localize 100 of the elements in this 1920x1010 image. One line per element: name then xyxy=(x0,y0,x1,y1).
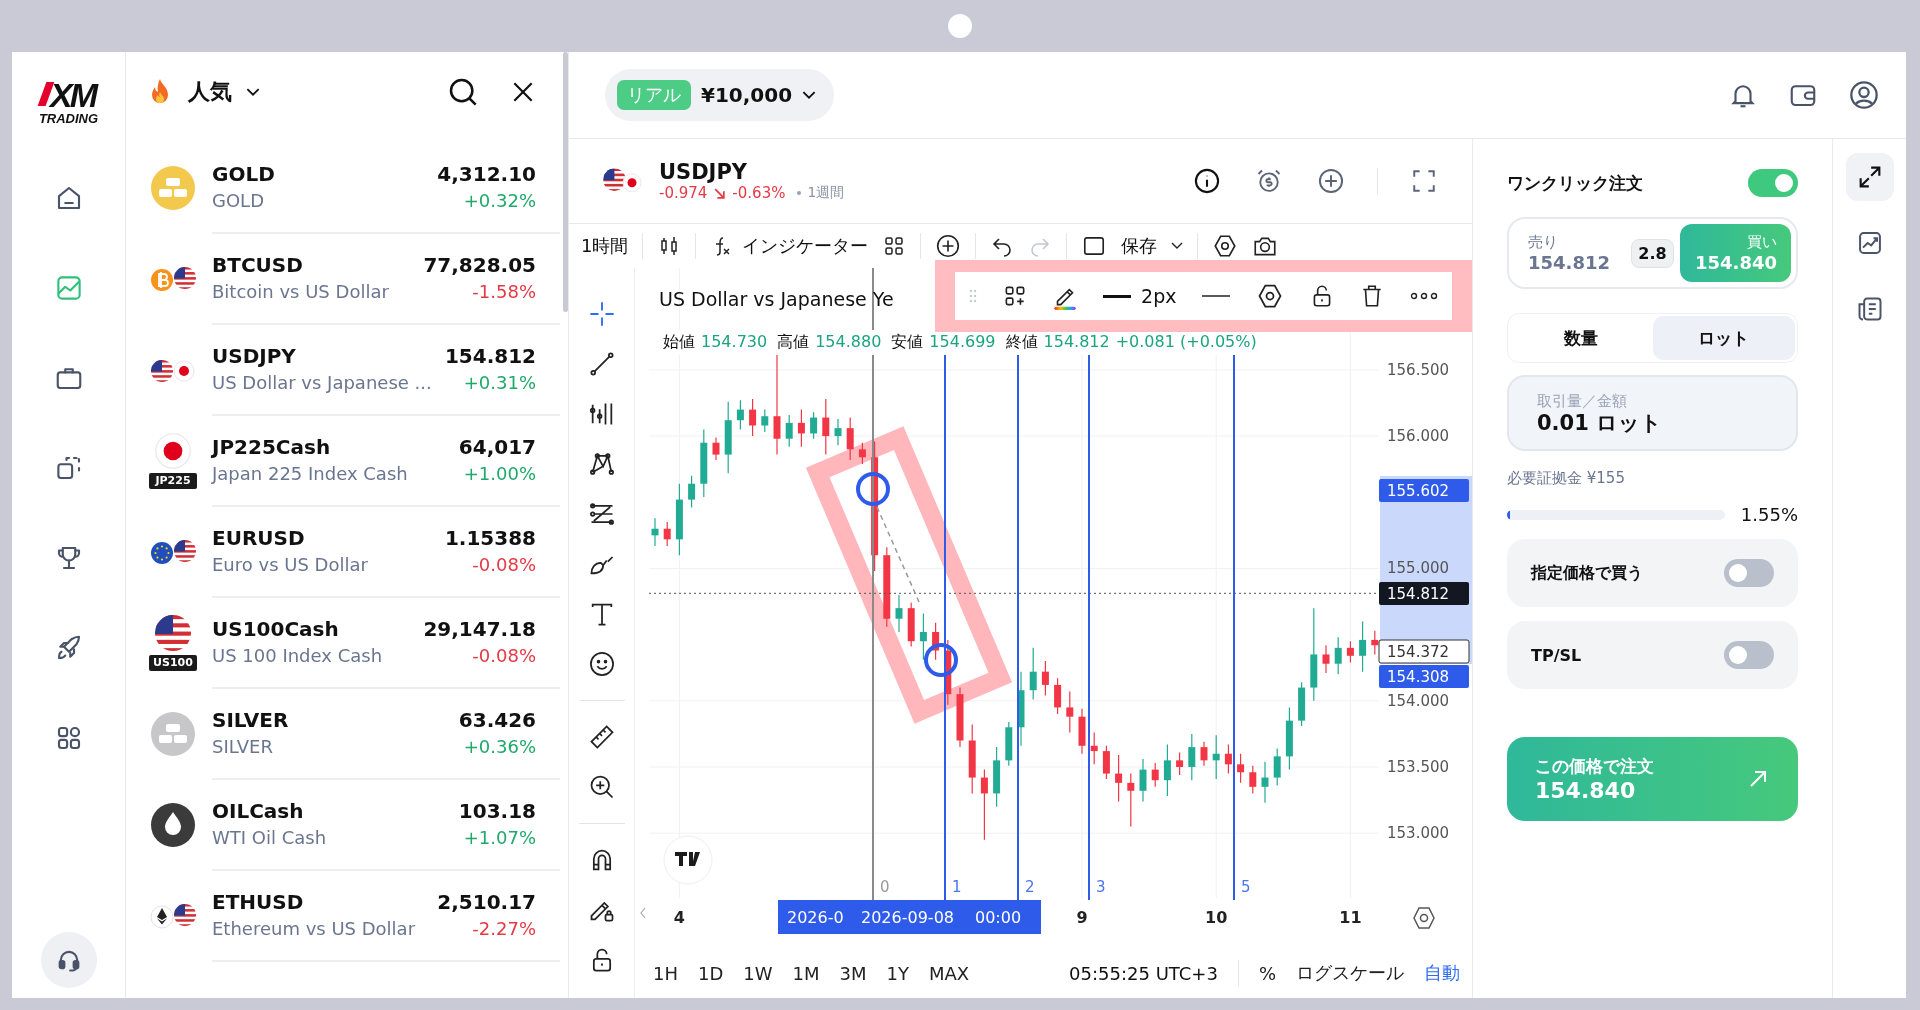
account-selector[interactable]: リアル ¥10,000 xyxy=(605,69,835,121)
instrument-name: Bitcoin vs US Dollar xyxy=(212,281,389,302)
sell-button[interactable]: 売り 154.812 xyxy=(1514,224,1626,282)
instrument-name: US Dollar vs Japanese ... xyxy=(212,372,432,393)
margin-percent: 1.55% xyxy=(1740,504,1798,525)
price-text: 29,147.18 xyxy=(423,617,536,641)
price-tag: 154.372 xyxy=(1378,639,1470,664)
ohlc-label: 始値 xyxy=(663,332,695,353)
clock-text: 05:55:25 UTC+3 xyxy=(1069,962,1218,984)
ohlc-label: 安値 xyxy=(891,332,924,353)
instrument-name: SILVER xyxy=(212,736,273,757)
watchlist-row[interactable]: OILCash 103.18 WTI Oil Cash +1.07% xyxy=(126,779,560,870)
scale-button[interactable]: 自動 xyxy=(1424,961,1460,985)
range-button[interactable]: 1Y xyxy=(886,962,909,984)
symbol-text: USDJPY xyxy=(212,344,296,368)
change-text: +0.31% xyxy=(463,372,536,393)
date-tag: 2026-0 2026-09-08 00:00 xyxy=(778,900,1041,934)
candle xyxy=(1176,751,1184,776)
drag-grip-icon[interactable] xyxy=(969,289,977,303)
symbol-text: EURUSD xyxy=(212,526,305,550)
scale-button[interactable]: ログスケール xyxy=(1296,961,1404,985)
toggle-switch[interactable] xyxy=(1748,169,1798,197)
watchlist-row[interactable]: GOLD 4,312.10 GOLD +0.32% xyxy=(126,142,560,233)
range-button[interactable]: 1D xyxy=(698,962,724,984)
volume-input[interactable]: 0.01 ロット xyxy=(1537,410,1768,435)
camera-dot xyxy=(948,14,972,38)
toggle-switch[interactable] xyxy=(1724,641,1774,669)
tv-logo xyxy=(663,835,713,885)
toggle-switch[interactable] xyxy=(1724,559,1774,587)
candle xyxy=(980,769,988,841)
volume-field[interactable]: 取引量／金額 0.01 ロット xyxy=(1507,375,1798,451)
mode-badge: リアル xyxy=(617,80,691,110)
unit-tab[interactable]: ロット xyxy=(1652,316,1795,360)
candle xyxy=(1371,630,1379,656)
range-button[interactable]: 3M xyxy=(839,962,867,984)
range-button[interactable]: 1H xyxy=(653,962,678,984)
watchlist-row[interactable]: US100 US100Cash 29,147.18 US 100 Index Cash -0.08% xyxy=(126,597,560,688)
candle xyxy=(1261,761,1269,804)
price-text: 64,017 xyxy=(458,435,536,459)
oil-drop-icon xyxy=(149,800,197,849)
resize-icon[interactable] xyxy=(1845,153,1894,201)
candle xyxy=(663,521,671,547)
candle xyxy=(1054,677,1062,715)
logo[interactable]: XM TRADING xyxy=(38,78,99,125)
save-button[interactable]: 保存 xyxy=(1121,234,1158,258)
flag-icon xyxy=(155,614,191,651)
watchlist-row[interactable]: BTCUSD 77,828.05 Bitcoin vs US Dollar -1.58% xyxy=(126,233,560,324)
candle xyxy=(993,746,1001,808)
range-button[interactable]: 1M xyxy=(792,962,820,984)
candle xyxy=(907,602,915,648)
range-button[interactable]: MAX xyxy=(929,962,970,984)
watchlist-row[interactable]: SILVER 63.426 SILVER +0.36% xyxy=(126,688,560,779)
candle xyxy=(688,475,696,509)
candle xyxy=(749,398,757,437)
watchlist-row[interactable]: USDJPY 154.812 US Dollar vs Japanese ... +0.31% xyxy=(126,324,560,415)
change-percent: -0.63% xyxy=(732,184,786,202)
candle xyxy=(1359,620,1367,673)
ohlc-value: 154.880 xyxy=(815,332,882,353)
settings-icon[interactable] xyxy=(1413,907,1435,929)
one-click-label: ワンクリック注文 xyxy=(1507,171,1643,195)
add-icon[interactable] xyxy=(935,233,962,259)
line-width-button[interactable]: 2px xyxy=(1103,285,1177,307)
candle xyxy=(1005,721,1013,767)
symbol-title: USDJPY xyxy=(659,160,749,184)
more-icon[interactable] xyxy=(1409,292,1438,300)
zone-label: 0 xyxy=(880,878,890,896)
scrollbar[interactable] xyxy=(563,52,568,312)
time-tick: 4 xyxy=(673,908,685,927)
price-text: 1.15388 xyxy=(444,526,536,550)
list-dropdown[interactable]: 人気 xyxy=(188,77,260,107)
watchlist-row[interactable]: EURUSD 1.15388 Euro vs US Dollar -0.08% xyxy=(126,506,560,597)
price-tick: 153.500 xyxy=(1387,757,1450,776)
candle xyxy=(700,428,708,498)
unit-tab[interactable]: 数量 xyxy=(1510,316,1653,360)
caret-icon[interactable] xyxy=(1171,242,1184,250)
balance-text: ¥10,000 xyxy=(701,83,793,107)
price-tag: 155.602 xyxy=(1379,479,1469,502)
scale-button[interactable]: % xyxy=(1258,962,1276,984)
candle xyxy=(1102,745,1110,780)
zone-line[interactable] xyxy=(872,268,874,901)
index-badge: US100 xyxy=(149,654,197,671)
range-button[interactable]: 1W xyxy=(743,962,773,984)
candle xyxy=(858,442,866,465)
candle xyxy=(834,418,842,446)
candle xyxy=(651,517,659,547)
price-text: 63.426 xyxy=(458,708,536,732)
time-tick: 9 xyxy=(1076,908,1088,927)
indicators-button[interactable]: インジケーター xyxy=(710,234,869,258)
candle xyxy=(1115,754,1123,802)
drawn-segment[interactable] xyxy=(856,472,958,677)
candle xyxy=(822,398,830,456)
ohlc-value: 154.699 xyxy=(929,332,996,353)
symbol-text: JP225Cash xyxy=(212,435,331,459)
watchlist-row[interactable]: ETHUSD 2,510.17 Ethereum vs US Dollar -2.27% xyxy=(126,870,560,961)
candle xyxy=(1224,743,1232,775)
candle xyxy=(1188,733,1196,781)
price-tag: 154.812 xyxy=(1379,582,1469,605)
interval-button[interactable]: 1時間 xyxy=(581,234,629,258)
user-icon[interactable] xyxy=(1848,79,1880,111)
watchlist-row[interactable]: JP225 JP225Cash 64,017 Japan 225 Index Cash +1.00% xyxy=(126,415,560,506)
